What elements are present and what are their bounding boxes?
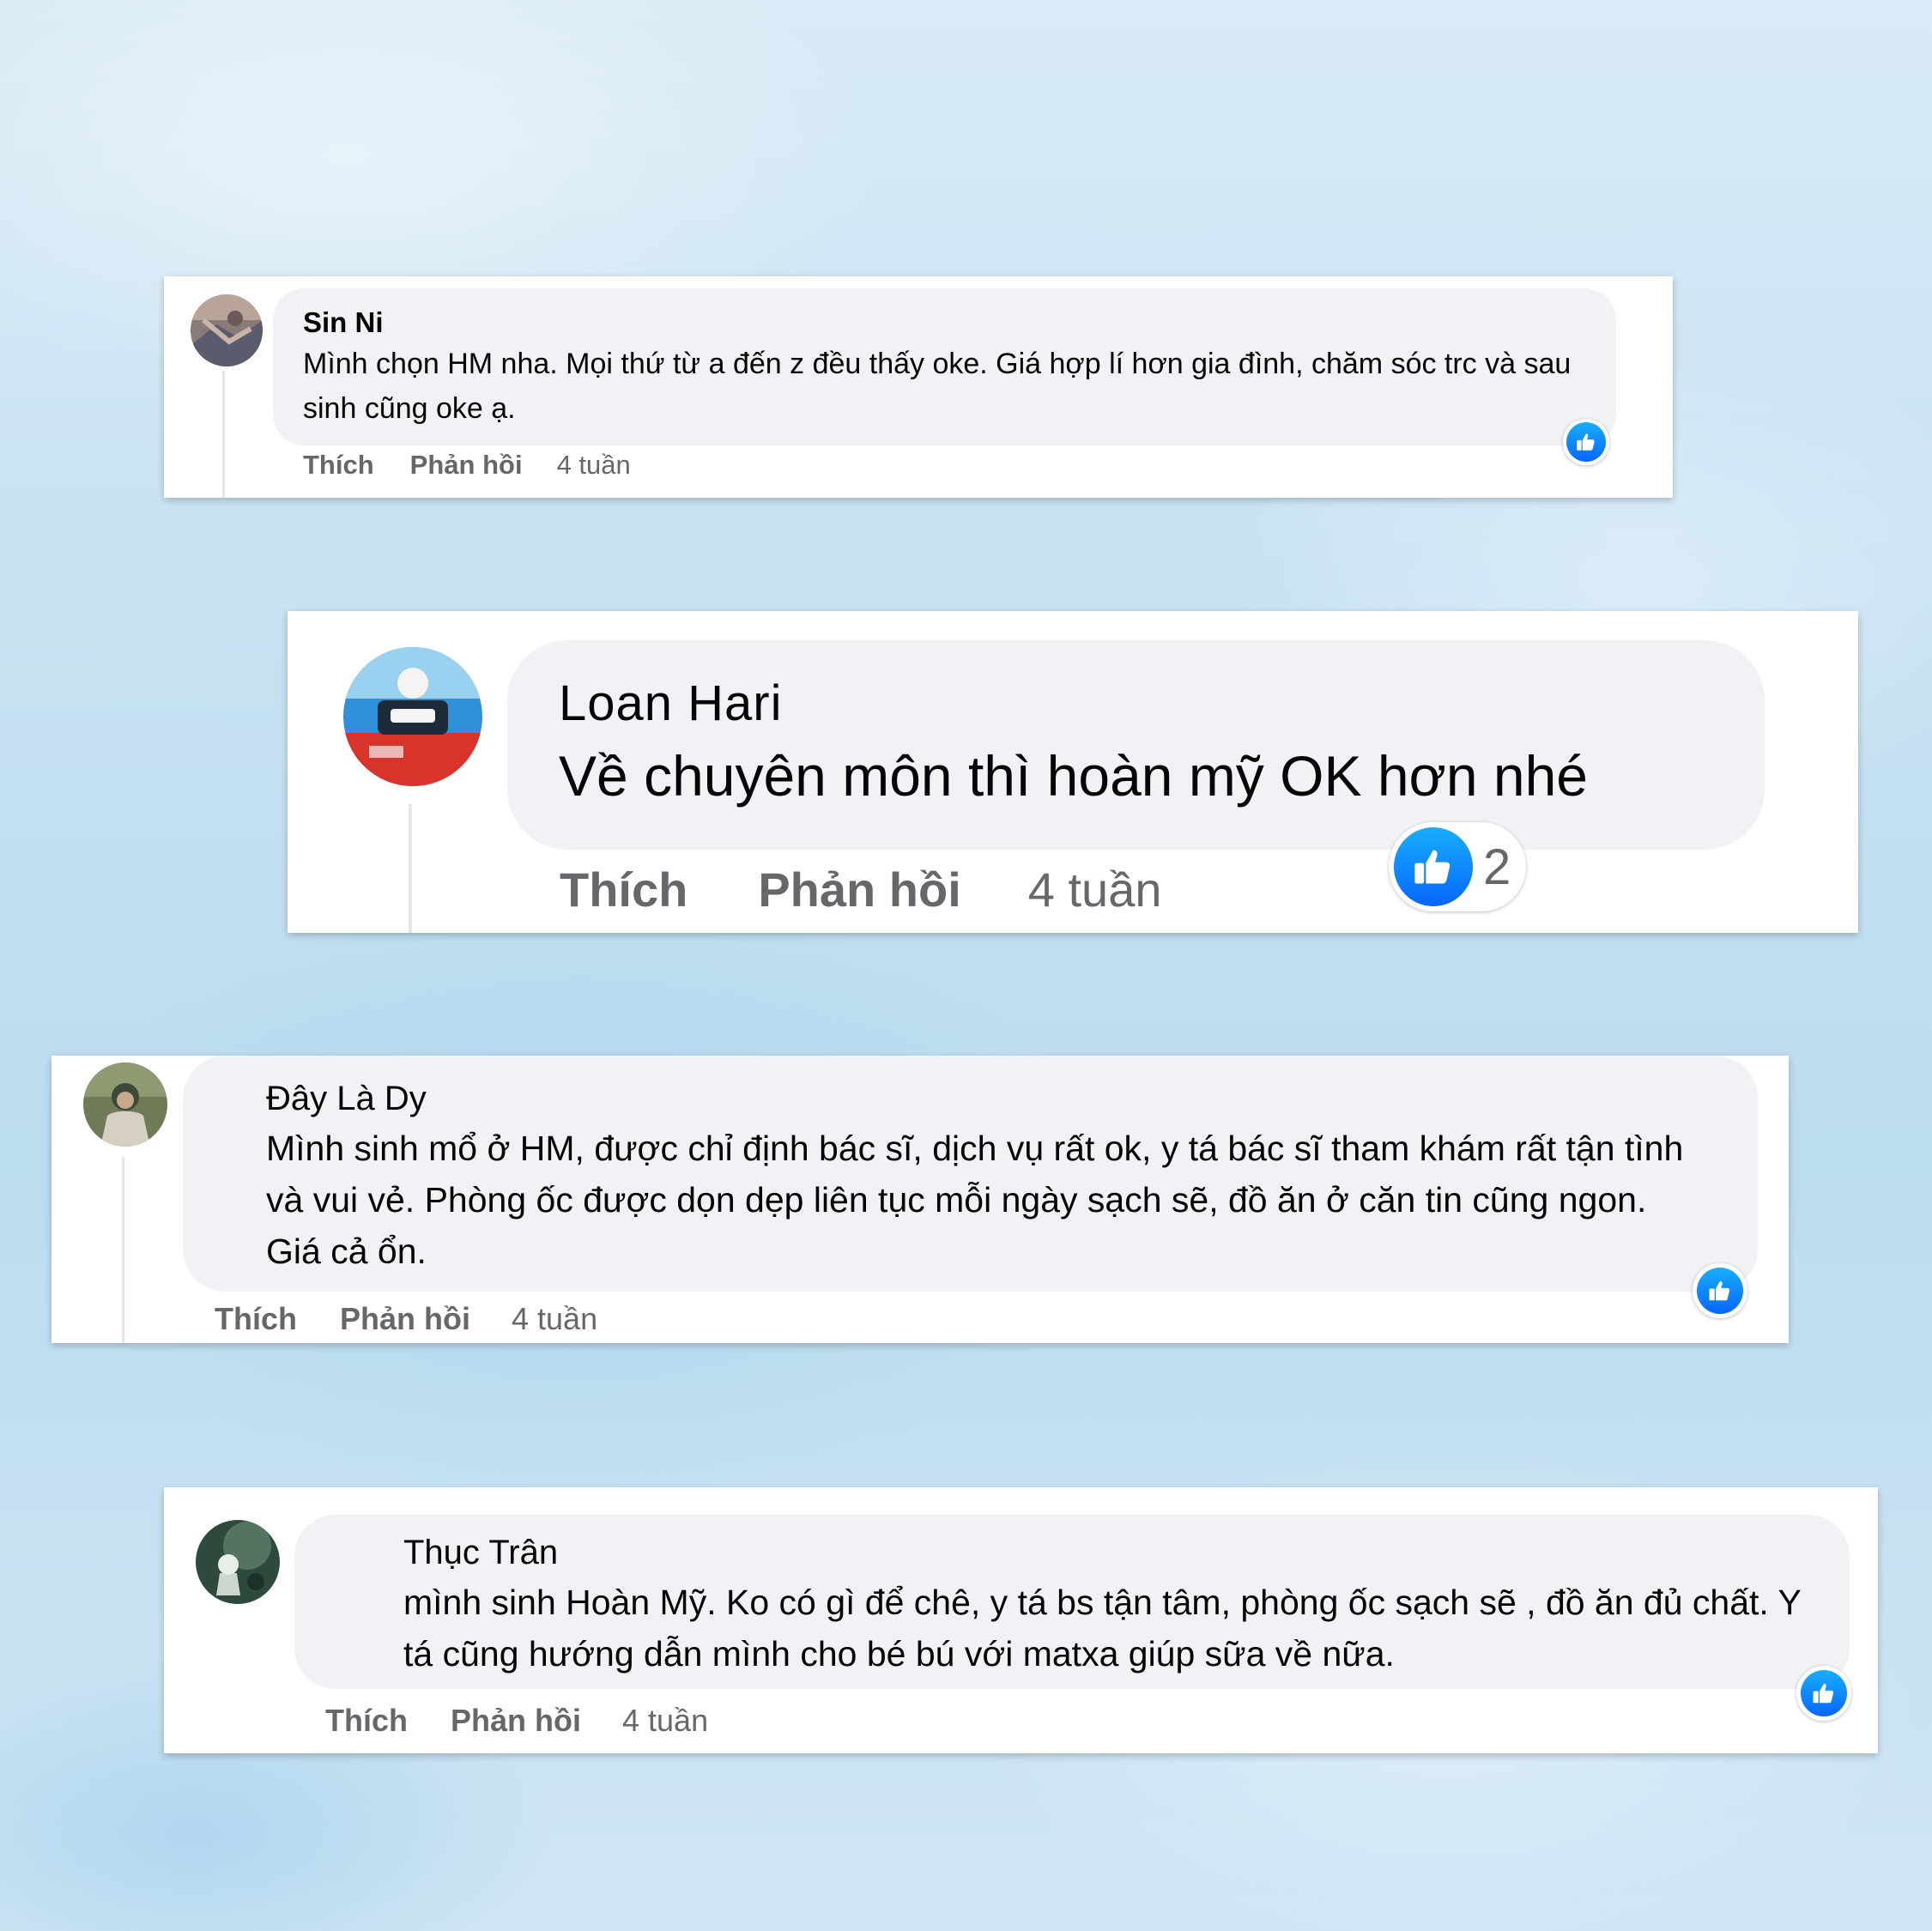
thread-line (222, 371, 225, 498)
reaction-badge[interactable] (1796, 1666, 1851, 1721)
thumbs-up-icon (1801, 1670, 1847, 1716)
avatar-photo (196, 1520, 280, 1604)
comment-timestamp[interactable]: 4 tuần (512, 1298, 597, 1341)
comment-timestamp[interactable]: 4 tuần (1028, 860, 1162, 920)
avatar-photo (83, 1062, 167, 1147)
comment-text: mình sinh Hoàn Mỹ. Ko có gì để chê, y tá… (403, 1583, 1802, 1674)
like-action-button[interactable]: Thích (560, 860, 687, 920)
comment-text: Về chuyên môn thì hoàn mỹ OK hơn nhé (559, 744, 1588, 808)
thumbs-up-icon (1566, 422, 1606, 462)
comment-author[interactable]: Sin Ni (303, 304, 1590, 342)
comment-card-sin-ni: Sin Ni Mình chọn HM nha. Mọi thứ từ a đế… (164, 276, 1673, 498)
comment-author[interactable]: Loan Hari (559, 673, 1739, 735)
like-action-button[interactable]: Thích (325, 1699, 408, 1742)
avatar[interactable] (191, 294, 263, 366)
comment-bubble: Thục Trân mình sinh Hoàn Mỹ. Ko có gì để… (294, 1515, 1850, 1689)
like-action-button[interactable]: Thích (215, 1298, 297, 1341)
comment-author[interactable]: Đây Là Dy (266, 1074, 1711, 1123)
comment-card-day-la-dy: Đây Là Dy Mình sinh mổ ở HM, được chỉ đị… (51, 1056, 1789, 1343)
like-action-button[interactable]: Thích (303, 446, 374, 484)
reaction-badge[interactable] (1693, 1263, 1747, 1318)
comment-author[interactable]: Thục Trân (403, 1528, 1815, 1577)
comment-card-loan-hari: Loan Hari Về chuyên môn thì hoàn mỹ OK h… (288, 611, 1858, 933)
comment-text: Mình chọn HM nha. Mọi thứ từ a đến z đều… (303, 348, 1572, 425)
thread-line (122, 1157, 124, 1343)
avatar-photo (343, 647, 482, 786)
avatar[interactable] (196, 1520, 280, 1604)
reaction-badge[interactable] (1563, 419, 1609, 465)
reaction-count: 2 (1483, 838, 1511, 895)
comment-timestamp[interactable]: 4 tuần (557, 446, 631, 484)
avatar[interactable] (343, 647, 482, 786)
comment-actions: Thích Phản hồi 4 tuần (303, 446, 631, 484)
comment-bubble: Loan Hari Về chuyên môn thì hoàn mỹ OK h… (507, 640, 1765, 850)
reply-action-button[interactable]: Phản hồi (451, 1699, 581, 1742)
avatar-photo (191, 294, 263, 366)
reply-action-button[interactable]: Phản hồi (410, 446, 523, 484)
comment-actions: Thích Phản hồi 4 tuần (215, 1298, 597, 1341)
comment-actions: Thích Phản hồi 4 tuần (560, 860, 1161, 920)
reply-action-button[interactable]: Phản hồi (758, 860, 960, 920)
comment-bubble: Đây Là Dy Mình sinh mổ ở HM, được chỉ đị… (183, 1056, 1758, 1292)
reaction-badge[interactable]: 2 (1389, 822, 1527, 911)
comment-bubble: Sin Ni Mình chọn HM nha. Mọi thứ từ a đế… (273, 288, 1616, 445)
avatar[interactable] (83, 1062, 167, 1147)
comment-timestamp[interactable]: 4 tuần (622, 1699, 708, 1742)
thread-line (409, 804, 412, 933)
comment-card-thuc-tran: Thục Trân mình sinh Hoàn Mỹ. Ko có gì để… (164, 1487, 1878, 1753)
thumbs-up-icon (1394, 827, 1473, 906)
comment-text: Mình sinh mổ ở HM, được chỉ định bác sĩ,… (266, 1129, 1684, 1271)
reply-action-button[interactable]: Phản hồi (340, 1298, 470, 1341)
comment-actions: Thích Phản hồi 4 tuần (325, 1699, 708, 1742)
thumbs-up-icon (1697, 1268, 1743, 1314)
